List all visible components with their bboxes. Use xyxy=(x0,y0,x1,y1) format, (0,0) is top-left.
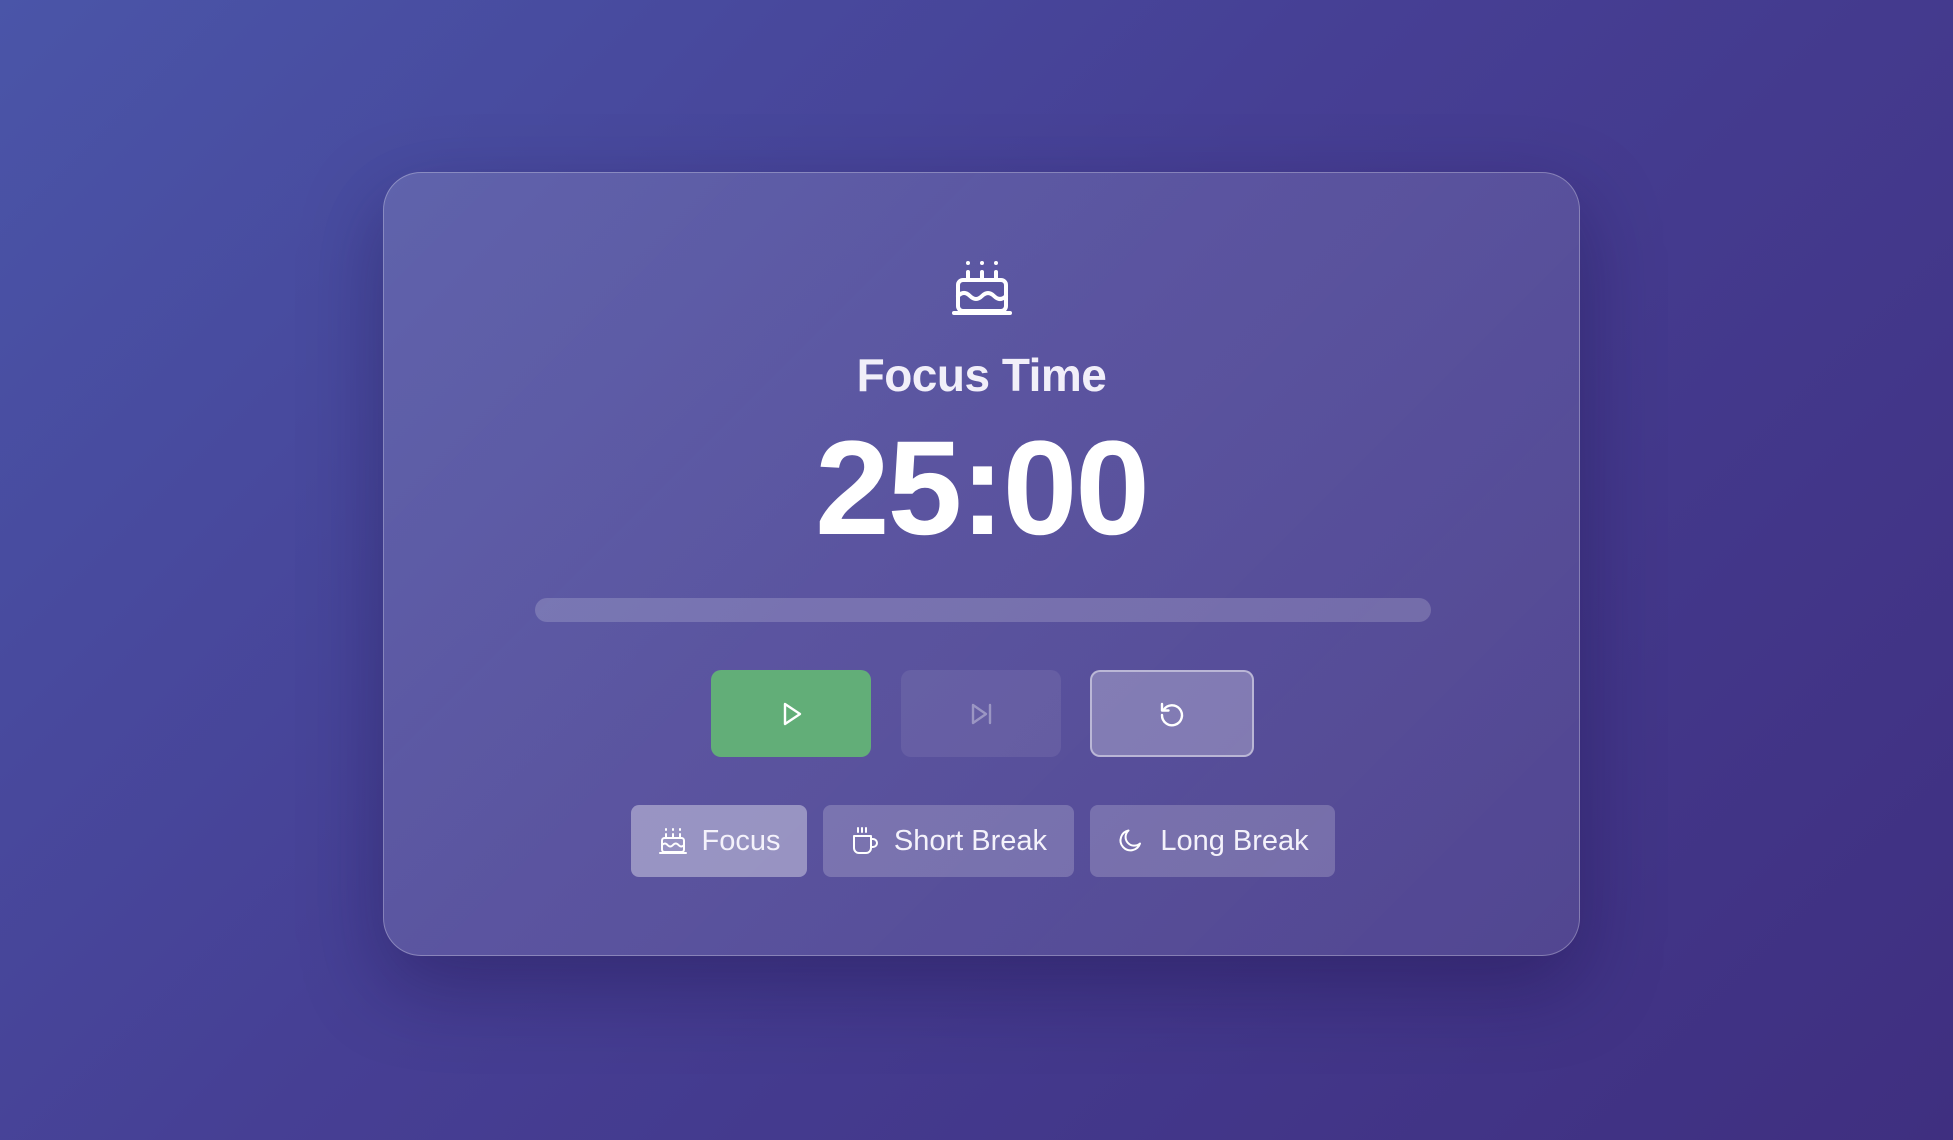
mode-focus-label: Focus xyxy=(701,824,781,857)
moon-icon xyxy=(1119,829,1142,852)
mode-long-break-button[interactable]: Long Break xyxy=(1090,805,1335,877)
play-icon xyxy=(783,702,802,725)
mode-short-break-label: Short Break xyxy=(893,824,1048,857)
timer-card: Focus Time 25:00 Focus Short Break Long … xyxy=(383,172,1580,956)
play-button[interactable] xyxy=(711,670,871,757)
skip-button[interactable] xyxy=(901,670,1061,757)
progress-bar xyxy=(535,598,1431,622)
reset-button[interactable] xyxy=(1090,670,1254,757)
coffee-cup-icon xyxy=(852,827,878,854)
mode-focus-button[interactable]: Focus xyxy=(631,805,807,877)
mode-short-break-button[interactable]: Short Break xyxy=(823,805,1074,877)
cake-icon xyxy=(384,259,1579,317)
skip-forward-icon xyxy=(971,703,992,724)
cake-icon xyxy=(658,828,687,854)
timer-display: 25:00 xyxy=(815,414,1150,563)
reset-icon xyxy=(1160,702,1184,726)
mode-long-break-label: Long Break xyxy=(1160,824,1309,857)
session-title: Focus Time xyxy=(856,349,1107,401)
